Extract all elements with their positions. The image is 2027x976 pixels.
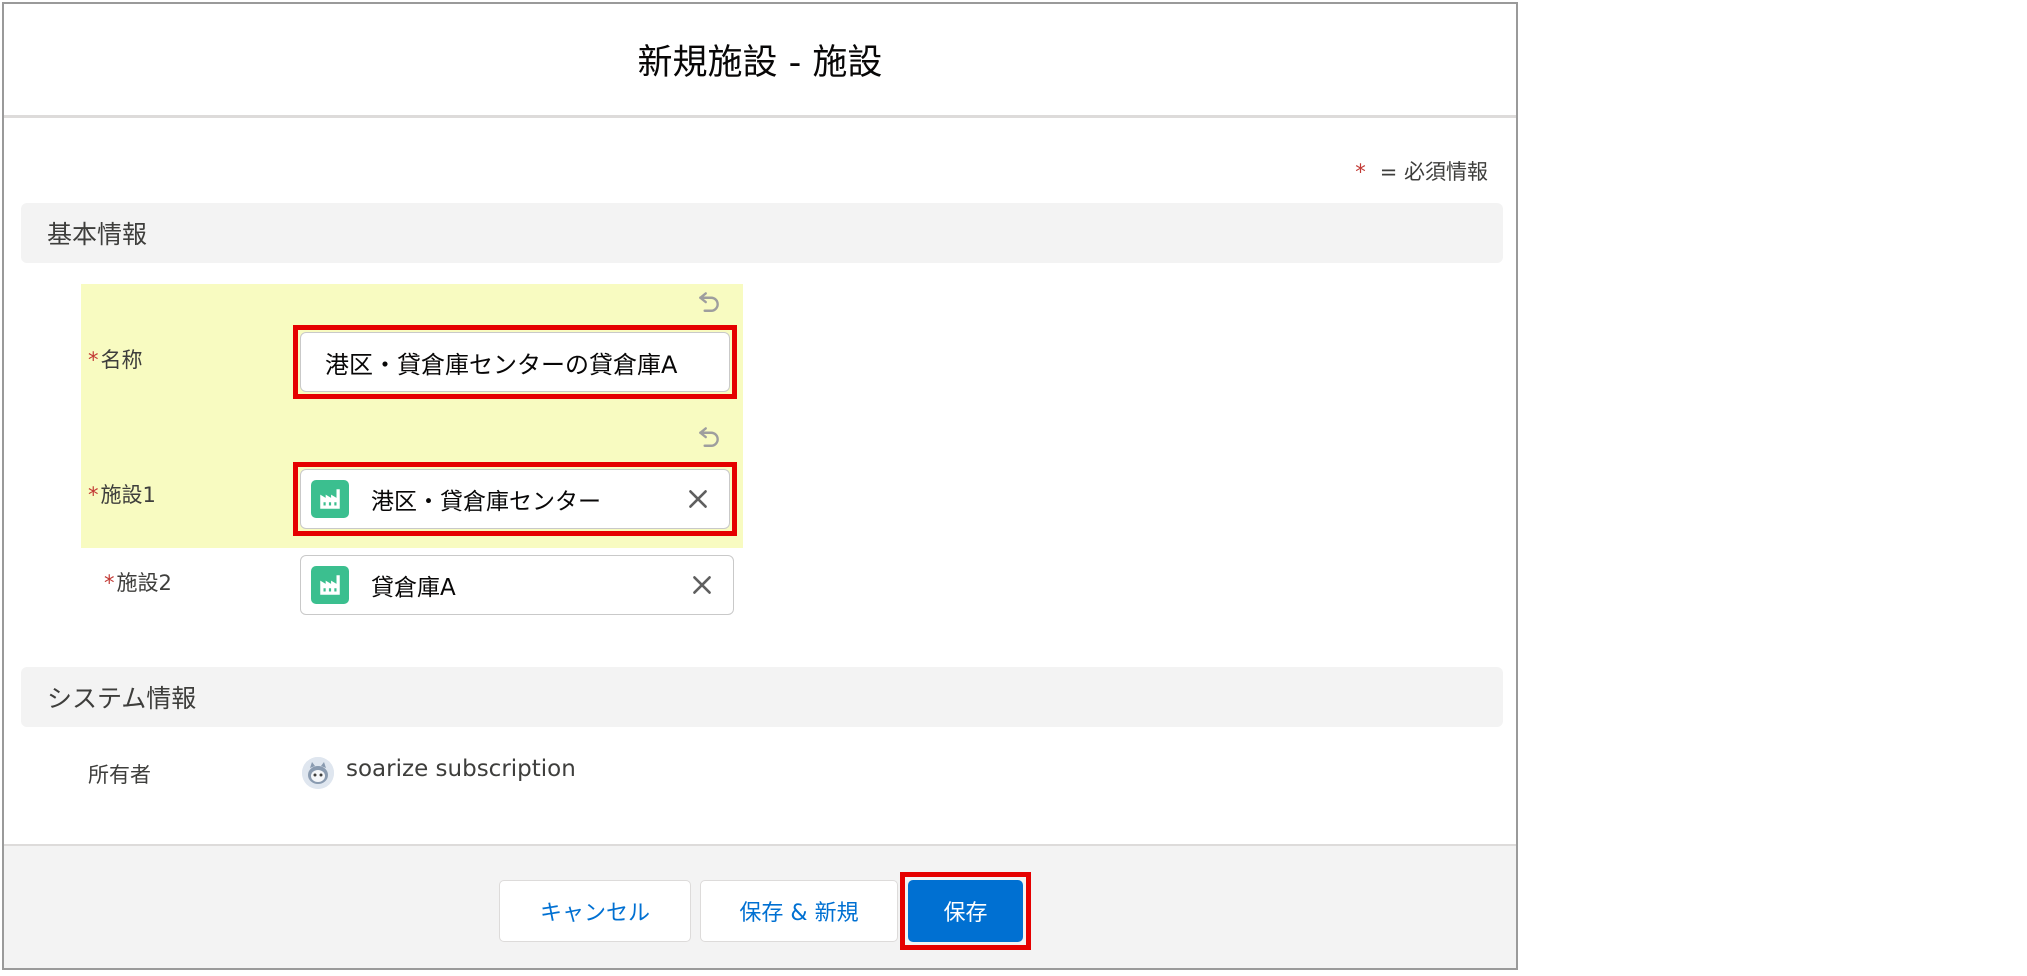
undo-icon[interactable] (696, 288, 722, 314)
required-asterisk: * (104, 571, 115, 595)
save-annotation-outline (900, 872, 1031, 950)
modal-title: 新規施設 - 施設 (637, 43, 883, 83)
facility1-annotation-outline (293, 462, 737, 536)
section-title-system-info: システム情報 (47, 684, 197, 713)
required-legend: * = 必須情報 (1355, 156, 1488, 186)
required-asterisk: * (88, 348, 99, 372)
modal-footer: キャンセル 保存 & 新規 保存 (4, 844, 1516, 968)
required-star: * (1355, 160, 1366, 184)
section-header-basic-info[interactable]: 基本情報 (21, 203, 1503, 263)
facility2-field-label: *施設2 (104, 567, 172, 597)
facility2-label-text: 施設2 (116, 571, 172, 595)
facility1-label-text: 施設1 (100, 483, 156, 507)
new-facility-modal: 新規施設 - 施設 *= 必須情報 基本情報 *名称 *施設1 (2, 2, 1518, 970)
factory-icon (311, 566, 349, 604)
save-and-new-button[interactable]: 保存 & 新規 (700, 880, 898, 942)
facility2-lookup-pill[interactable]: 貸倉庫A (300, 555, 734, 615)
facility1-field-label: *施設1 (88, 479, 156, 509)
owner-name-link[interactable]: soarize subscription (346, 756, 576, 782)
close-icon[interactable] (689, 572, 715, 598)
owner-field-label: 所有者 (88, 763, 151, 787)
facility2-value: 貸倉庫A (371, 575, 456, 601)
name-label-text: 名称 (100, 348, 143, 372)
required-legend-text: = 必須情報 (1379, 160, 1488, 184)
required-asterisk: * (88, 483, 99, 507)
cancel-button[interactable]: キャンセル (499, 880, 691, 942)
name-field-label: *名称 (88, 344, 143, 374)
modal-header: 新規施設 - 施設 (4, 4, 1516, 118)
section-header-system-info[interactable]: システム情報 (21, 667, 1503, 727)
name-annotation-outline (293, 325, 737, 399)
section-title-basic-info: 基本情報 (47, 220, 148, 249)
undo-icon[interactable] (696, 423, 722, 449)
user-avatar-icon (302, 757, 334, 789)
